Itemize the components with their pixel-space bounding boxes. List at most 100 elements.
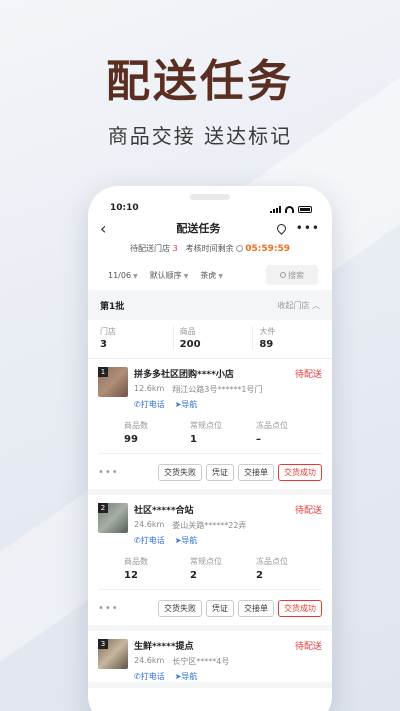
count-value: 2 — [190, 570, 197, 581]
pending-stores: 待配送门店 3 — [130, 243, 178, 254]
count-label: 商品数 — [124, 421, 148, 430]
back-icon[interactable]: ‹ — [100, 219, 120, 238]
store-status: 待配送 — [294, 506, 322, 516]
store-status: 待配送 — [294, 370, 322, 380]
chevron-up-icon: ︿ — [312, 300, 320, 310]
navigate-label: 导航 — [181, 400, 198, 409]
call-label: 打电话 — [140, 400, 165, 409]
tag-filter[interactable]: 茶虎 ▼ — [200, 270, 223, 281]
sort-filter[interactable]: 默认顺序 ▼ — [150, 270, 189, 281]
tag-filter-label: 茶虎 — [200, 270, 217, 280]
count-value: 12 — [124, 570, 138, 581]
delivery-failed-button[interactable]: 交货失败 — [158, 600, 202, 617]
store-address: 翔江公路3号******1号门 — [172, 385, 263, 394]
stat-stores: 门店 3 — [100, 326, 173, 350]
call-button[interactable]: ✆打电话 — [134, 535, 165, 546]
count-label: 冻品点位 — [256, 557, 288, 566]
store-photo: 3 — [98, 639, 128, 669]
signal-icon — [270, 206, 281, 213]
store-address: 长宁区*****4号 — [172, 657, 230, 666]
phone-notch — [190, 194, 230, 200]
stat-value: 200 — [179, 339, 201, 350]
navigate-button[interactable]: ➤导航 — [175, 535, 198, 546]
delivery-success-button[interactable]: 交货成功 — [278, 464, 322, 481]
phone-icon: ✆ — [134, 672, 141, 681]
navigate-button[interactable]: ➤导航 — [175, 671, 198, 682]
handover-sheet-button[interactable]: 交接单 — [238, 464, 274, 481]
nav-bar: ‹ 配送任务 ••• — [88, 216, 332, 240]
store-name: 社区*****合站 — [134, 506, 194, 516]
more-icon[interactable]: ••• — [296, 221, 320, 235]
status-bar: 10:10 — [88, 186, 332, 216]
store-address: 娄山关路******22弄 — [172, 521, 247, 530]
count-label: 商品数 — [124, 557, 148, 566]
handover-sheet-button[interactable]: 交接单 — [238, 600, 274, 617]
pending-stores-label: 待配送门店 — [130, 243, 171, 253]
call-button[interactable]: ✆打电话 — [134, 399, 165, 410]
count-frozen: 冻品点位 – — [256, 420, 322, 445]
location-pin-icon[interactable] — [274, 221, 288, 235]
stat-goods: 商品 200 — [172, 326, 253, 350]
count-value: 99 — [124, 434, 138, 445]
date-filter[interactable]: 11/06 ▼ — [108, 271, 138, 280]
count-regular: 常规点位 2 — [190, 556, 256, 581]
search-placeholder: 搜索 — [288, 270, 304, 280]
time-remaining-label: 考核时间剩余 — [185, 243, 234, 253]
collapse-stores-button[interactable]: 收起门店 ︿ — [277, 300, 320, 311]
search-input[interactable]: 搜索 — [266, 265, 318, 285]
stat-large-items: 大件 89 — [252, 326, 332, 350]
phone-icon: ✆ — [134, 400, 141, 409]
hero-subtitle: 商品交接 送达标记 — [107, 124, 293, 148]
store-card[interactable]: 2 社区*****合站 待配送 24.6km 娄山关路******22弄 ✆打电… — [88, 495, 332, 631]
status-time: 10:10 — [110, 203, 139, 213]
store-distance: 12.6km — [134, 384, 165, 393]
count-regular: 常规点位 1 — [190, 420, 256, 445]
batch-header: 第1批 收起门店 ︿ — [88, 290, 332, 320]
store-status: 待配送 — [294, 642, 322, 652]
sort-filter-label: 默认顺序 — [149, 270, 182, 280]
count-goods: 商品数 12 — [124, 556, 190, 581]
more-options-icon[interactable]: ••• — [98, 603, 119, 614]
stat-label: 商品 — [179, 327, 196, 336]
navigate-label: 导航 — [181, 672, 198, 681]
count-label: 冻品点位 — [256, 421, 288, 430]
chevron-down-icon: ▼ — [218, 272, 223, 280]
phone-icon: ✆ — [134, 536, 141, 545]
batch-stats: 门店 3 商品 200 大件 89 — [88, 320, 332, 359]
proof-button[interactable]: 凭证 — [206, 600, 234, 617]
call-label: 打电话 — [140, 536, 165, 545]
pending-stores-count: 3 — [172, 243, 178, 253]
filter-bar: 11/06 ▼ 默认顺序 ▼ 茶虎 ▼ 搜索 — [88, 260, 332, 290]
status-icons — [270, 206, 312, 213]
navigate-button[interactable]: ➤导航 — [175, 399, 198, 410]
count-label: 常规点位 — [190, 557, 222, 566]
store-index: 2 — [98, 503, 108, 513]
stat-value: 89 — [259, 339, 274, 350]
page-title: 配送任务 — [176, 222, 221, 235]
more-options-icon[interactable]: ••• — [98, 467, 119, 478]
call-button[interactable]: ✆打电话 — [134, 671, 165, 682]
chevron-down-icon: ▼ — [133, 272, 138, 280]
task-summary: 待配送门店 3 考核时间剩余 05:59:59 — [88, 240, 332, 256]
batch-title: 第1批 — [100, 301, 125, 312]
count-value: 1 — [190, 434, 197, 445]
delivery-success-button[interactable]: 交货成功 — [278, 600, 322, 617]
store-photo: 1 — [98, 367, 128, 397]
store-card[interactable]: 3 生鲜*****提点 待配送 24.6km 长宁区*****4号 ✆打电话 ➤… — [88, 631, 332, 688]
store-card[interactable]: 1 拼多多社区团购****小店 待配送 12.6km 翔江公路3号******1… — [88, 359, 332, 495]
phone-mockup: 10:10 ‹ 配送任务 ••• 待配送门店 3 考核时间剩余 05:59:59… — [88, 186, 332, 711]
stat-value: 3 — [100, 339, 107, 350]
battery-icon — [298, 206, 312, 213]
hero: 配送任务 商品交接 送达标记 — [0, 52, 400, 149]
wifi-icon — [285, 206, 294, 213]
proof-button[interactable]: 凭证 — [206, 464, 234, 481]
chevron-down-icon: ▼ — [183, 272, 189, 280]
store-index: 1 — [98, 367, 108, 377]
date-filter-label: 11/06 — [108, 270, 132, 280]
nav-actions: ••• — [274, 221, 320, 235]
collapse-stores-label: 收起门店 — [277, 300, 310, 310]
delivery-failed-button[interactable]: 交货失败 — [158, 464, 202, 481]
store-distance: 24.6km — [134, 520, 165, 529]
time-remaining-value: 05:59:59 — [245, 243, 290, 254]
count-frozen: 冻品点位 2 — [256, 556, 322, 581]
